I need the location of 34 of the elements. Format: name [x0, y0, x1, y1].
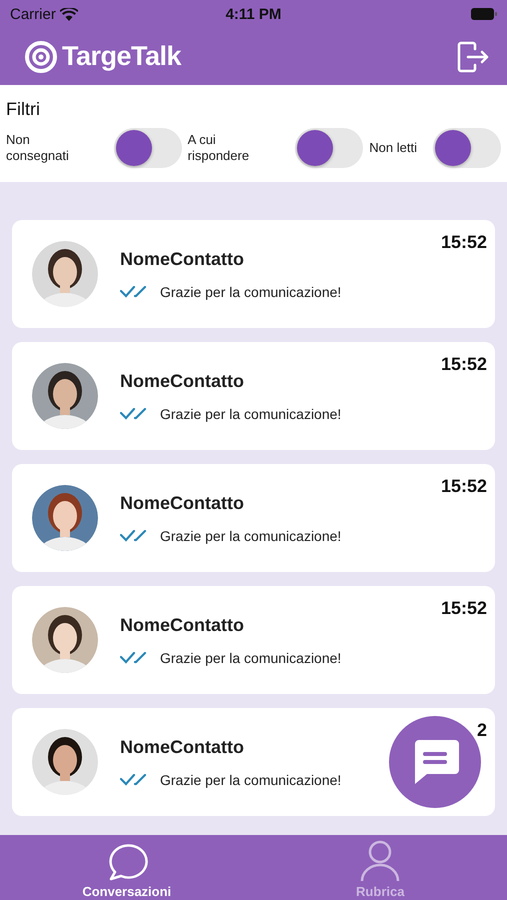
conversation-card[interactable]: NomeContatto Grazie per la comunicazione! 15:52 [12, 464, 495, 572]
conversation-card[interactable]: NomeContatto Grazie per la comunicazione! 15:52 [12, 586, 495, 694]
battery-icon [471, 8, 497, 20]
carrier-label: Carrier [10, 6, 56, 22]
tab-button[interactable]: Conversazioni [46, 835, 207, 900]
message-time: 15:52 [440, 476, 487, 497]
message-preview: Grazie per la comunicazione! [160, 650, 342, 666]
message-time: 15:52 [440, 354, 487, 375]
logout-icon[interactable] [455, 40, 489, 74]
clock: 4:11 PM [226, 6, 282, 22]
filter-label: Non consegnati [6, 132, 70, 164]
message-time: 15:52 [440, 232, 487, 253]
logo-icon [24, 40, 58, 74]
message-preview: Grazie per la comunicazione! [160, 284, 342, 300]
conversation-card[interactable]: NomeContatto Grazie per la comunicazione! 15:52 [12, 342, 495, 450]
contact-name: NomeContatto [120, 248, 244, 270]
message-time: 2 [476, 720, 487, 741]
conversation-card[interactable]: NomeContatto Grazie per la comunicazione! 15:52 [12, 220, 495, 328]
filter-toggle[interactable] [433, 128, 502, 168]
message-time: 15:52 [440, 598, 487, 619]
brand-name: TargeTalk [62, 41, 182, 72]
contact-name: NomeContatto [120, 492, 244, 514]
message-preview: Grazie per la comunicazione! [160, 406, 342, 422]
message-preview: Grazie per la comunicazione! [160, 772, 342, 788]
filters-title: Filtri [6, 99, 40, 120]
contact-name: NomeContatto [120, 736, 244, 758]
filter-label: A cui rispondere [188, 132, 250, 164]
filter-toggle[interactable] [295, 128, 364, 168]
contact-name: NomeContatto [120, 370, 244, 392]
filter-toggle[interactable] [114, 128, 182, 168]
message-preview: Grazie per la comunicazione! [160, 528, 342, 544]
filter-label: Non letti [369, 140, 418, 156]
wifi-icon [60, 8, 78, 20]
contact-name: NomeContatto [120, 614, 244, 636]
